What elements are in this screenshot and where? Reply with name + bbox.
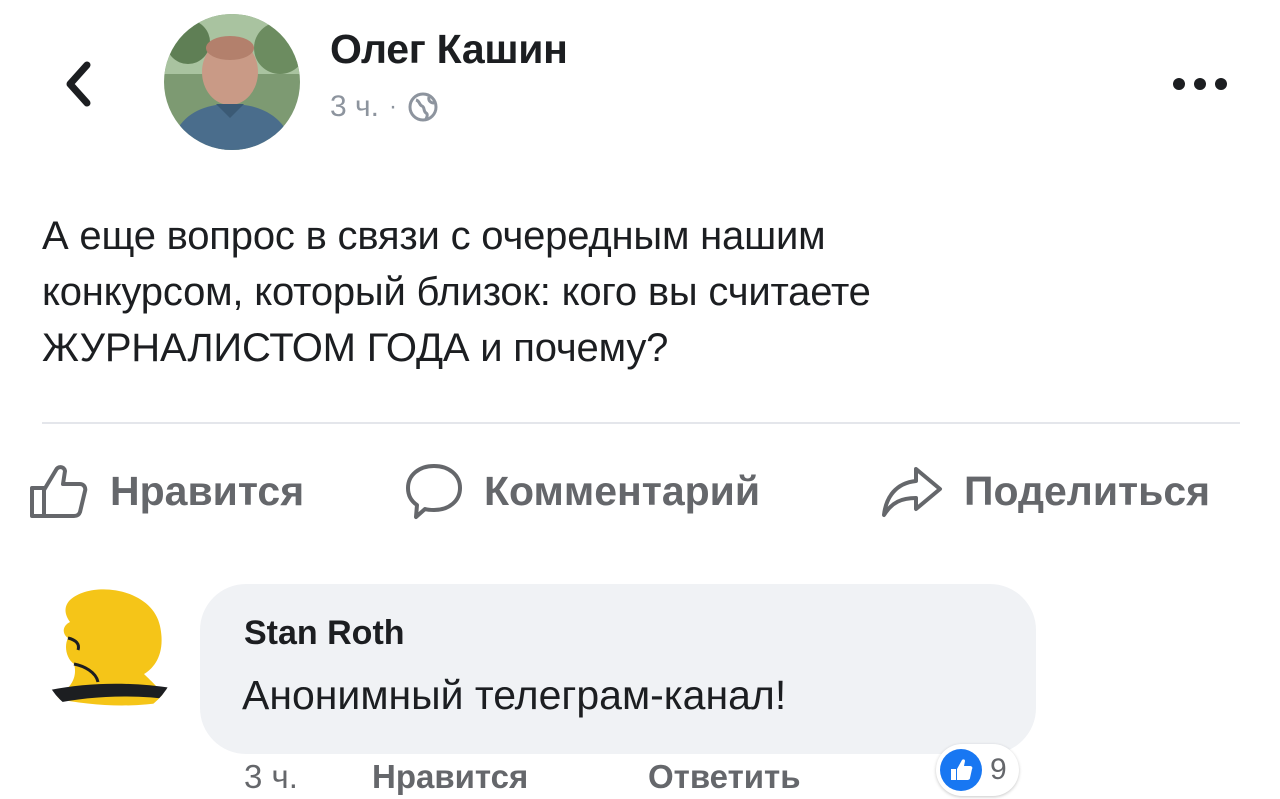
more-dots-icon <box>1173 78 1227 90</box>
author-photo <box>164 14 300 150</box>
meta-separator: · <box>388 93 397 120</box>
share-label: Поделиться <box>964 467 1211 514</box>
like-button[interactable]: Нравится <box>28 456 304 526</box>
like-reaction-icon <box>940 749 982 791</box>
action-divider <box>42 422 1240 424</box>
share-arrow-icon <box>880 461 944 521</box>
comment-reply-link[interactable]: Ответить <box>648 758 801 796</box>
post-text-line: А еще вопрос в связи с очередным нашим <box>42 214 826 258</box>
comment-text: Анонимный телеграм-канал! <box>242 672 787 718</box>
post-time[interactable]: 3 ч. <box>330 90 379 124</box>
comment-time[interactable]: 3 ч. <box>244 758 298 796</box>
globe-icon <box>408 92 438 122</box>
commenter-avatar[interactable] <box>40 582 178 720</box>
post-text-line: конкурсом, который близок: кого вы счита… <box>42 270 871 314</box>
thumbs-up-icon <box>28 460 90 522</box>
comment-author[interactable]: Stan Roth <box>244 614 405 653</box>
post-text: А еще вопрос в связи с очередным нашим к… <box>42 208 1222 376</box>
comment-bubble-icon <box>404 460 464 522</box>
comment-bubble: Stan Roth Анонимный телеграм-канал! <box>200 584 1036 754</box>
chevron-left-icon <box>66 61 91 107</box>
like-label: Нравится <box>110 467 305 514</box>
comment-like-link[interactable]: Нравится <box>372 758 528 796</box>
post-meta: 3 ч. · <box>330 90 439 124</box>
back-button[interactable] <box>58 56 98 112</box>
author-avatar[interactable] <box>164 14 300 150</box>
comment-reactions[interactable]: 9 <box>936 744 1019 796</box>
comment-button[interactable]: Комментарий <box>404 456 760 526</box>
reaction-count: 9 <box>990 753 1007 786</box>
more-options-button[interactable] <box>1170 64 1230 104</box>
share-button[interactable]: Поделиться <box>880 456 1210 526</box>
author-name[interactable]: Олег Кашин <box>330 26 568 73</box>
post-text-line: ЖУРНАЛИСТОМ ГОДА и почему? <box>42 326 669 370</box>
comment-label: Комментарий <box>484 467 761 514</box>
commenter-photo <box>40 582 178 720</box>
